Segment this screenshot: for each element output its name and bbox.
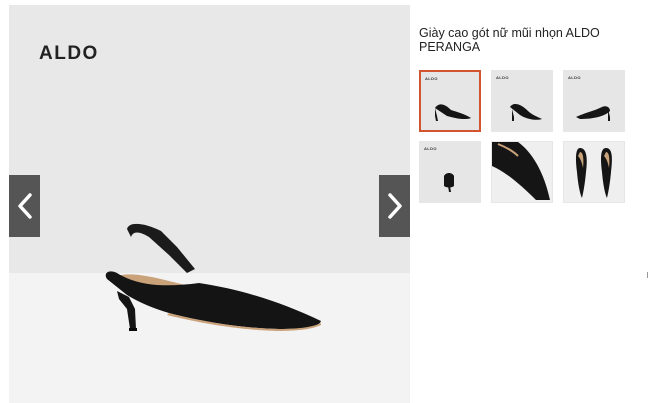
next-image-button[interactable] [379, 175, 410, 237]
product-image-viewer: ALDO [9, 5, 410, 403]
chevron-right-icon [387, 193, 402, 219]
shoe-angle-thumbnail-image [510, 104, 542, 121]
shoe-back-thumbnail-image [576, 106, 610, 121]
shoe-side-thumbnail-image [435, 104, 471, 121]
thumbnail-3[interactable]: ALDO [563, 70, 625, 132]
brand-logo: ALDO [39, 43, 99, 64]
thumbnail-5[interactable] [491, 141, 553, 203]
resize-handle[interactable] [647, 272, 648, 278]
chevron-left-icon [17, 193, 32, 219]
shoe-rear-thumbnail-image [444, 173, 454, 192]
main-product-image [105, 223, 321, 331]
product-title: Giày cao gót nữ mũi nhọn ALDO PERANGA [419, 26, 600, 54]
thumbnail-1[interactable]: ALDO [419, 70, 481, 132]
pair-topdown-thumbnail-image [576, 148, 612, 198]
thumbnail-gallery: ALDO ALDO ALDO ALDO [419, 70, 626, 203]
thumbnail-4[interactable]: ALDO [419, 141, 481, 203]
thumbnail-2[interactable]: ALDO [491, 70, 553, 132]
toe-closeup-thumbnail-image [492, 142, 550, 200]
thumbnail-6[interactable] [563, 141, 625, 203]
previous-image-button[interactable] [9, 175, 40, 237]
